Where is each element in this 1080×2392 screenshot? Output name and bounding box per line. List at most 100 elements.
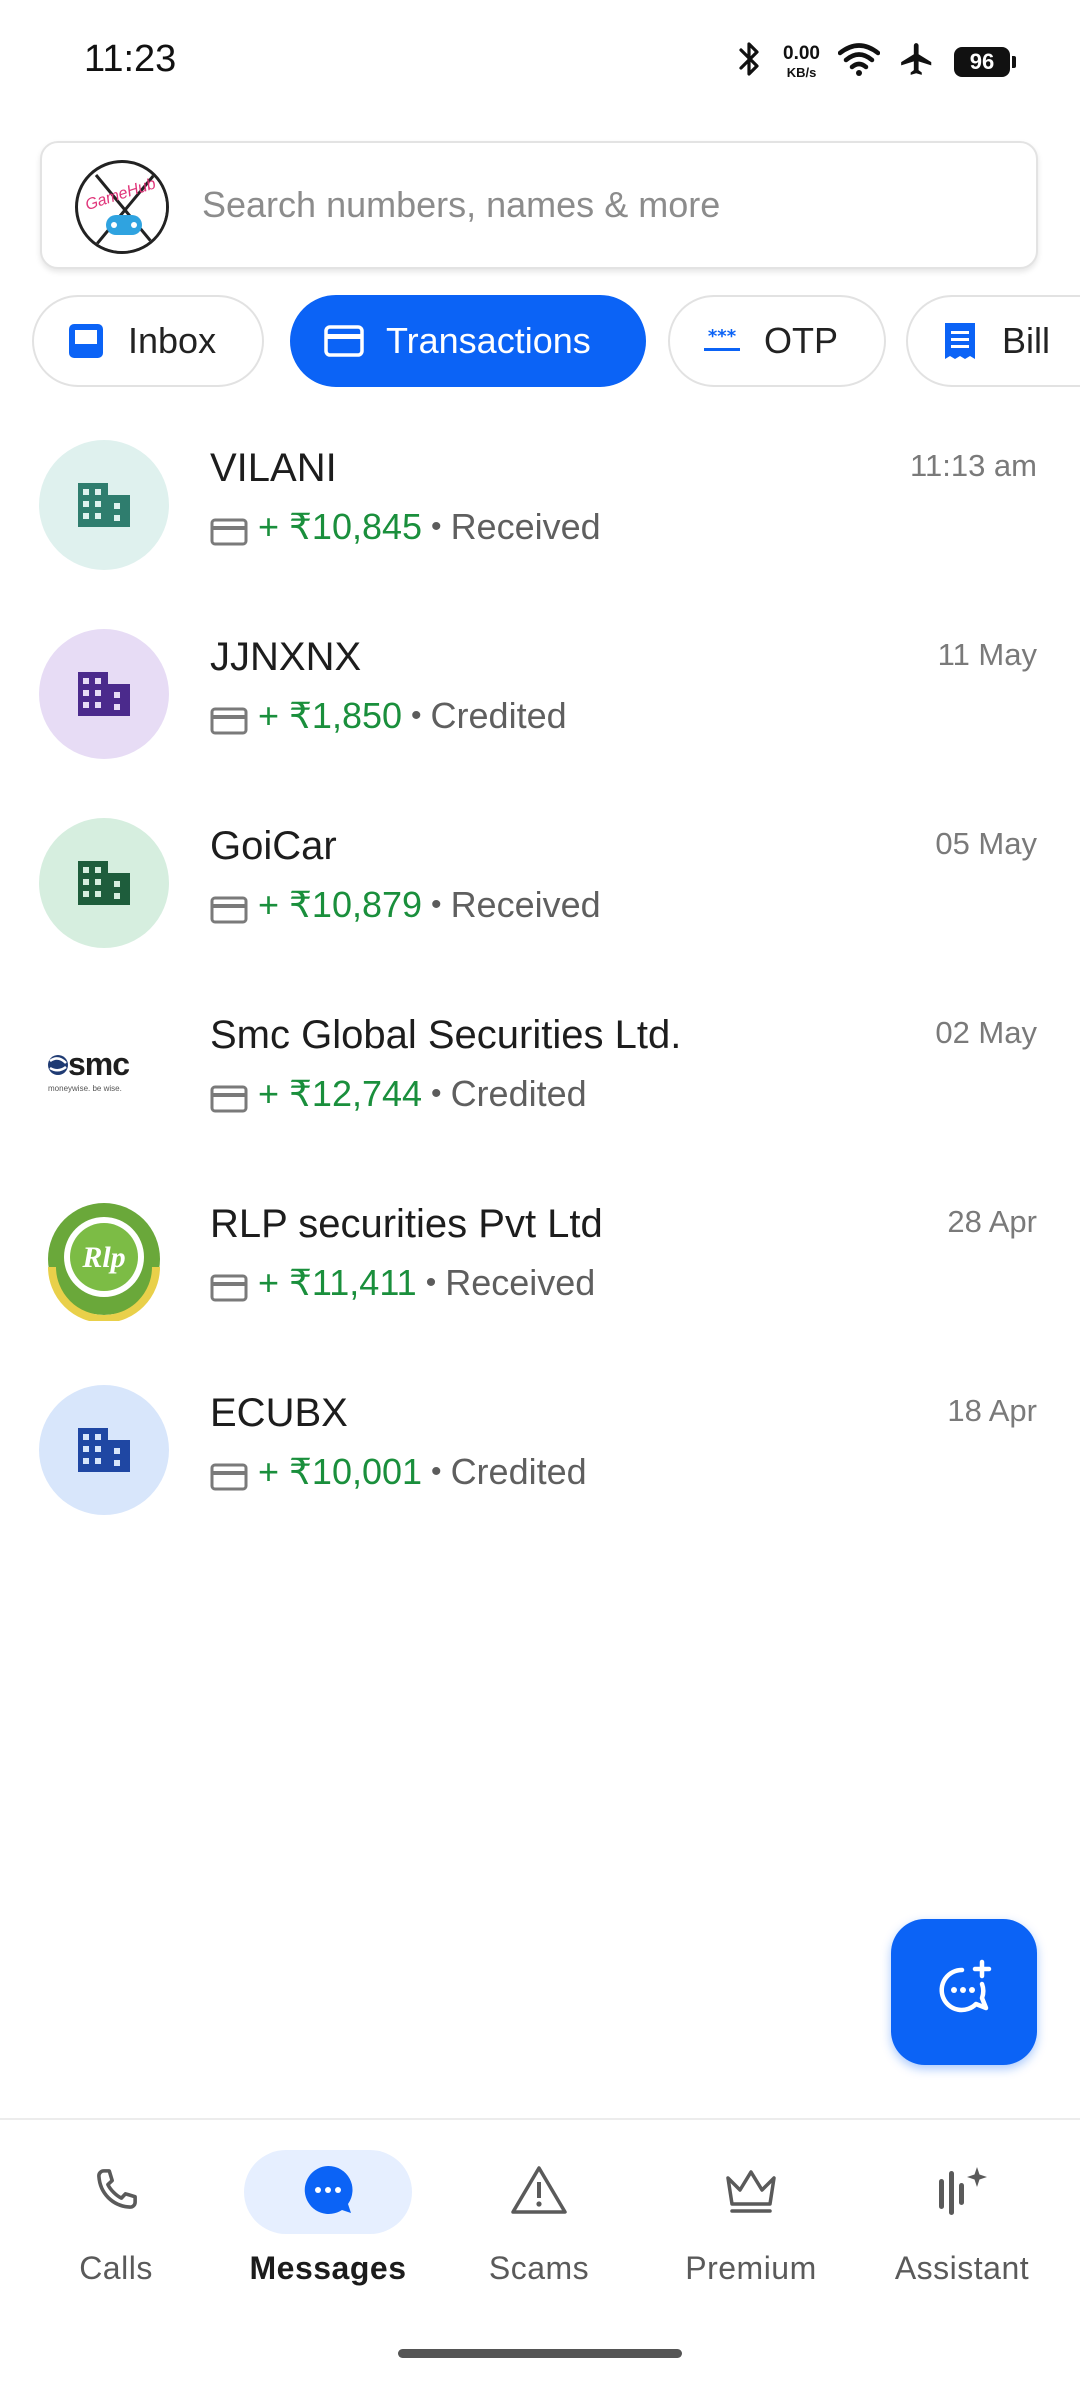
chip-inbox[interactable]: Inbox <box>32 295 264 387</box>
sender-name: JJNXNX <box>210 635 362 679</box>
avatar <box>39 1385 169 1515</box>
chip-label: Transactions <box>386 320 591 361</box>
list-item[interactable]: ECUBX 18 Apr + ₹10,001 • Credited <box>0 1355 1080 1544</box>
nav-icon-container <box>244 2150 412 2234</box>
card-icon <box>210 891 248 924</box>
bluetooth-icon <box>735 40 765 83</box>
transaction-summary: + ₹10,879 • Received <box>210 884 601 926</box>
nav-scams[interactable]: Scams <box>434 2150 644 2320</box>
transaction-status: Received <box>450 506 601 547</box>
card-icon <box>210 1269 248 1302</box>
status-bar: 11:23 0.00 KB/s 96 <box>0 0 1080 120</box>
avatar <box>39 629 169 759</box>
chip-label: Bill <box>1002 320 1051 361</box>
nav-calls[interactable]: Calls <box>11 2150 221 2320</box>
building-icon <box>76 477 132 534</box>
transaction-amount: + ₹10,845 <box>258 506 423 547</box>
list-item[interactable]: Rlp RLP securities Pvt Ltd 28 Apr + ₹11,… <box>0 1166 1080 1355</box>
transaction-amount: + ₹10,879 <box>258 884 423 925</box>
card-icon <box>210 1080 248 1113</box>
assistant-icon <box>933 2163 991 2222</box>
card-icon <box>210 1458 248 1491</box>
transaction-amount: + ₹10,001 <box>258 1451 423 1492</box>
filter-chips: Inbox Transactions *** OTP Bill <box>32 295 1080 387</box>
transaction-summary: + ₹1,850 • Credited <box>210 695 567 737</box>
phone-icon <box>89 2163 143 2222</box>
bill-icon <box>938 319 982 363</box>
card-icon <box>210 702 248 735</box>
transaction-amount: + ₹11,411 <box>258 1262 417 1303</box>
sender-name: Smc Global Securities Ltd. <box>210 1013 682 1057</box>
home-indicator[interactable] <box>398 2349 682 2358</box>
status-time: 11:23 <box>84 38 177 80</box>
sender-name: VILANI <box>210 446 337 490</box>
list-item[interactable]: smc moneywise. be wise. Smc Global Secur… <box>0 977 1080 1166</box>
avatar <box>39 818 169 948</box>
list-item[interactable]: VILANI 11:13 am + ₹10,845 • Received <box>0 410 1080 599</box>
transaction-summary: + ₹11,411 • Received <box>210 1262 595 1304</box>
list-item[interactable]: JJNXNX 11 May + ₹1,850 • Credited <box>0 599 1080 788</box>
svg-text:moneywise. be wise.: moneywise. be wise. <box>48 1084 122 1093</box>
card-icon <box>210 513 248 546</box>
transaction-amount: + ₹12,744 <box>258 1073 423 1114</box>
separator-dot: • <box>431 1455 442 1488</box>
transaction-amount: + ₹1,850 <box>258 695 403 736</box>
transaction-status: Credited <box>430 695 567 736</box>
message-time: 02 May <box>935 1015 1037 1050</box>
airplane-icon <box>898 40 936 83</box>
chip-label: Inbox <box>128 320 217 361</box>
sender-name: GoiCar <box>210 824 337 868</box>
otp-icon: *** <box>700 319 744 363</box>
svg-text:***: *** <box>708 326 737 347</box>
message-time: 11:13 am <box>910 448 1037 483</box>
nav-messages[interactable]: Messages <box>223 2150 433 2320</box>
sender-name: RLP securities Pvt Ltd <box>210 1202 603 1246</box>
network-speed-unit: KB/s <box>786 65 817 80</box>
inbox-icon <box>64 319 108 363</box>
chip-otp[interactable]: *** OTP <box>668 295 886 387</box>
chip-label: OTP <box>764 320 839 361</box>
search-input[interactable] <box>202 173 1002 237</box>
status-icons: 0.00 KB/s 96 <box>735 40 1016 83</box>
transaction-status: Received <box>445 1262 596 1303</box>
sender-name: ECUBX <box>210 1391 348 1435</box>
nav-premium[interactable]: Premium <box>646 2150 856 2320</box>
nav-label: Premium <box>685 2250 817 2286</box>
avatar: smc moneywise. be wise. <box>39 1007 169 1137</box>
nav-label: Calls <box>79 2250 153 2286</box>
building-icon <box>76 855 132 912</box>
separator-dot: • <box>431 510 442 543</box>
search-bar[interactable]: GameHub <box>40 141 1038 269</box>
profile-avatar[interactable]: GameHub <box>75 160 169 254</box>
separator-dot: • <box>425 1266 437 1299</box>
chip-bill[interactable]: Bill <box>906 295 1080 387</box>
smc-logo: smc moneywise. be wise. <box>44 1045 164 1100</box>
nav-icon-container <box>455 2150 623 2234</box>
nav-label: Scams <box>488 2250 590 2286</box>
building-icon <box>76 1422 132 1479</box>
network-speed: 0.00 KB/s <box>783 44 820 79</box>
transaction-status: Credited <box>450 1073 587 1114</box>
chat-bubble-icon <box>299 2161 357 2224</box>
avatar <box>39 440 169 570</box>
new-message-icon <box>932 1958 996 2027</box>
chip-transactions[interactable]: Transactions <box>290 295 646 387</box>
battery-icon: 96 <box>954 46 1016 77</box>
transaction-summary: + ₹10,001 • Credited <box>210 1451 587 1493</box>
network-speed-value: 0.00 <box>783 43 820 64</box>
crown-icon <box>722 2164 780 2221</box>
nav-icon-container <box>32 2150 200 2234</box>
message-time: 11 May <box>937 637 1037 672</box>
nav-assistant[interactable]: Assistant <box>857 2150 1067 2320</box>
nav-label: Assistant <box>894 2250 1030 2286</box>
svg-text:Rlp: Rlp <box>81 1241 125 1274</box>
separator-dot: • <box>431 888 442 921</box>
card-icon <box>322 319 366 363</box>
list-item[interactable]: GoiCar 05 May + ₹10,879 • Received <box>0 788 1080 977</box>
separator-dot: • <box>431 1077 442 1110</box>
message-time: 05 May <box>935 826 1037 861</box>
new-message-button[interactable] <box>891 1919 1037 2065</box>
svg-text:smc: smc <box>68 1046 129 1082</box>
building-icon <box>76 666 132 723</box>
transaction-status: Received <box>450 884 601 925</box>
